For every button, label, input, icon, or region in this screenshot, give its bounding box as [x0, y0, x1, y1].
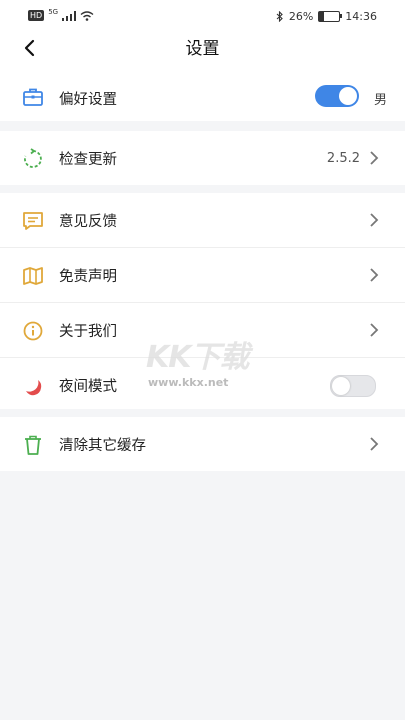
clear-cache-label: 清除其它缓存	[59, 437, 146, 454]
briefcase-icon	[23, 88, 43, 106]
network-type: 5G	[48, 7, 59, 16]
row-about[interactable]: 关于我们	[0, 303, 405, 358]
chevron-right-icon	[370, 323, 379, 337]
bluetooth-icon	[276, 11, 283, 22]
row-preferences[interactable]: 偏好设置 男	[0, 76, 405, 121]
map-icon	[23, 267, 43, 285]
status-bar: HD 5G 26% 14:36	[0, 0, 405, 34]
signal-icon	[62, 10, 77, 21]
battery-icon	[318, 11, 343, 22]
section-update: 检查更新 2.5.2	[0, 131, 405, 185]
chevron-right-icon	[370, 437, 379, 451]
page-title: 设置	[185, 39, 220, 59]
row-feedback[interactable]: 意见反馈	[0, 193, 405, 248]
row-clear-cache[interactable]: 清除其它缓存	[0, 417, 405, 471]
preferences-toggle[interactable]	[315, 85, 359, 107]
preferences-label: 偏好设置	[59, 92, 117, 108]
moon-icon	[26, 380, 42, 396]
night-mode-label: 夜间模式	[59, 378, 117, 395]
section-preferences: 偏好设置 男	[0, 76, 405, 121]
feedback-label: 意见反馈	[59, 213, 117, 230]
row-night-mode[interactable]: 夜间模式	[0, 358, 405, 412]
row-disclaimer[interactable]: 免责声明	[0, 248, 405, 303]
check-update-label: 检查更新	[59, 151, 117, 168]
feedback-icon	[23, 212, 43, 230]
wifi-icon	[80, 10, 94, 21]
battery-fill	[319, 12, 325, 21]
about-label: 关于我们	[59, 323, 117, 340]
battery-percent: 26%	[288, 10, 314, 23]
chevron-right-icon	[370, 268, 379, 282]
section-cache: 清除其它缓存	[0, 417, 405, 471]
info-icon	[23, 321, 43, 341]
row-check-update[interactable]: 检查更新 2.5.2	[0, 131, 405, 185]
night-mode-toggle[interactable]	[330, 375, 376, 397]
trash-icon	[25, 435, 41, 455]
section-misc: 意见反馈 免责声明 关于我们 夜间模式	[0, 193, 405, 409]
chevron-right-icon	[370, 151, 379, 165]
status-right: 26% 14:36	[276, 10, 377, 23]
version-value: 2.5.2	[326, 150, 360, 166]
refresh-icon	[24, 148, 42, 168]
toggle-knob	[339, 87, 357, 105]
clock: 14:36	[345, 10, 377, 23]
toggle-knob	[332, 377, 350, 395]
hd-badge: HD	[28, 10, 45, 21]
gender-label: 男	[373, 93, 387, 108]
chevron-right-icon	[370, 213, 379, 227]
status-left: HD 5G	[28, 7, 94, 21]
top-bar: 设置	[0, 34, 405, 76]
disclaimer-label: 免责声明	[59, 268, 117, 285]
